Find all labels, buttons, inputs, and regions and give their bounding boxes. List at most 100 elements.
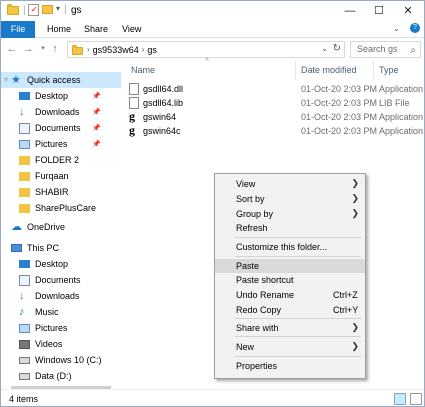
file-row[interactable]: gsdll64.dll 01-Oct-20 2:03 PM Applicatio… bbox=[129, 83, 424, 96]
menu-item-undo-rename[interactable]: Undo Rename Ctrl+Z bbox=[215, 288, 365, 302]
documents-icon bbox=[19, 122, 30, 134]
menu-item-group-by[interactable]: Group by ❯ bbox=[215, 207, 365, 221]
nav-item-music[interactable]: ♪ Music bbox=[1, 304, 121, 320]
chevron-down-icon[interactable]: ˅ bbox=[1, 77, 11, 84]
title-bar: | ✓ ▾ | gs — ☐ ✕ bbox=[1, 1, 424, 21]
folder-icon bbox=[19, 155, 30, 165]
menu-label: View bbox=[236, 179, 256, 189]
menu-shortcut: Ctrl+Z bbox=[333, 290, 358, 300]
nav-item-pc-desktop[interactable]: Desktop bbox=[1, 256, 121, 272]
nav-item-drive-c[interactable]: Windows 10 (C:) bbox=[1, 352, 121, 368]
nav-item-pc-documents[interactable]: Documents bbox=[1, 272, 121, 288]
tab-home[interactable]: Home bbox=[39, 21, 79, 38]
menu-item-refresh[interactable]: Refresh bbox=[215, 221, 365, 235]
nav-item-furqaan[interactable]: Furqaan bbox=[1, 168, 121, 184]
nav-item-desktop[interactable]: Desktop 📌 bbox=[1, 88, 121, 104]
nav-item-documents[interactable]: Documents 📌 bbox=[1, 120, 121, 136]
menu-label: Undo Rename bbox=[236, 290, 295, 300]
folder-icon bbox=[72, 44, 83, 55]
maximize-button[interactable]: ☐ bbox=[365, 1, 393, 21]
chevron-right-icon: ❯ bbox=[351, 322, 359, 332]
tab-view[interactable]: View bbox=[114, 21, 149, 38]
details-view-icon[interactable] bbox=[394, 393, 406, 405]
search-input[interactable]: Search gs ⌕ bbox=[350, 41, 421, 58]
chevron-right-icon: ❯ bbox=[351, 341, 359, 351]
column-header-name[interactable]: Name bbox=[131, 65, 155, 75]
nav-item-folder-2[interactable]: FOLDER 2 bbox=[1, 152, 121, 168]
nav-label: Documents bbox=[35, 123, 81, 133]
menu-label: Customize this folder... bbox=[236, 242, 328, 252]
tab-file[interactable]: File bbox=[1, 21, 35, 38]
nav-item-this-pc[interactable]: This PC bbox=[1, 240, 121, 256]
tab-share[interactable]: Share bbox=[76, 21, 116, 38]
ghostscript-icon: g bbox=[129, 109, 135, 123]
menu-label: Redo Copy bbox=[236, 305, 282, 315]
nav-label: Documents bbox=[35, 275, 81, 285]
column-divider[interactable] bbox=[373, 61, 374, 79]
ribbon-tabs: File Home Share View ⌄ ? bbox=[1, 21, 424, 38]
desktop-icon bbox=[19, 92, 30, 100]
file-date: 01-Oct-20 2:03 PM bbox=[301, 84, 378, 94]
folder-icon bbox=[19, 203, 30, 213]
nav-label: Music bbox=[35, 307, 59, 317]
new-folder-icon[interactable] bbox=[42, 5, 53, 14]
nav-item-pc-downloads[interactable]: ↓ Downloads bbox=[1, 288, 121, 304]
nav-item-pc-pictures[interactable]: Pictures bbox=[1, 320, 121, 336]
chevron-down-icon[interactable]: ⌄ bbox=[321, 44, 328, 53]
properties-icon[interactable]: ✓ bbox=[28, 4, 39, 16]
menu-item-new[interactable]: New ❯ bbox=[215, 340, 365, 354]
forward-button[interactable]: → bbox=[21, 41, 35, 57]
address-bar[interactable]: › gs9533w64 › gs ⌄ ↻ bbox=[67, 41, 345, 58]
menu-item-paste[interactable]: Paste bbox=[215, 259, 365, 273]
star-icon: ★ bbox=[11, 73, 21, 86]
documents-icon bbox=[19, 274, 30, 286]
breadcrumb-gs[interactable]: gs bbox=[147, 45, 157, 55]
pin-icon: 📌 bbox=[92, 93, 101, 100]
nav-item-shabir[interactable]: SHABIR bbox=[1, 184, 121, 200]
file-name: gswin64c bbox=[143, 126, 181, 136]
nav-item-pictures[interactable]: Pictures 📌 bbox=[1, 136, 121, 152]
nav-label: Furqaan bbox=[35, 171, 69, 181]
column-divider[interactable] bbox=[295, 61, 296, 79]
up-button[interactable]: ↑ bbox=[48, 41, 62, 57]
file-date: 01-Oct-20 2:03 PM bbox=[301, 98, 378, 108]
customize-toolbar-icon[interactable]: ▾ bbox=[56, 4, 60, 13]
file-row[interactable]: g gswin64 01-Oct-20 2:03 PM Application bbox=[129, 109, 424, 124]
minimize-button[interactable]: — bbox=[336, 1, 364, 21]
nav-item-videos[interactable]: Videos bbox=[1, 336, 121, 352]
ribbon-expand-icon[interactable]: ⌄ bbox=[393, 24, 400, 33]
menu-item-properties[interactable]: Properties bbox=[215, 359, 365, 373]
refresh-icon[interactable]: ↻ bbox=[333, 43, 341, 54]
file-row[interactable]: gsdll64.lib 01-Oct-20 2:03 PM LIB File bbox=[129, 97, 424, 110]
menu-item-share-with[interactable]: Share with ❯ bbox=[215, 321, 365, 335]
file-type: Application e bbox=[379, 84, 424, 94]
nav-item-drive-d[interactable]: Data (D:) bbox=[1, 368, 121, 384]
chevron-right-icon[interactable]: › bbox=[142, 45, 145, 54]
help-icon[interactable]: ? bbox=[410, 23, 420, 33]
breadcrumb-gs9533w64[interactable]: gs9533w64 bbox=[93, 45, 139, 55]
file-type: LIB File bbox=[379, 98, 410, 108]
menu-separator bbox=[235, 336, 361, 337]
chevron-right-icon[interactable]: › bbox=[87, 45, 90, 54]
navigation-pane: ˅ ★ Quick access Desktop 📌 ↓ Downloads 📌… bbox=[1, 63, 121, 389]
column-header-date[interactable]: Date modified bbox=[301, 65, 357, 75]
folder-icon bbox=[19, 171, 30, 181]
close-button[interactable]: ✕ bbox=[394, 1, 422, 21]
menu-item-paste-shortcut[interactable]: Paste shortcut bbox=[215, 273, 365, 287]
menu-label: Sort by bbox=[236, 194, 265, 204]
menu-item-customize[interactable]: Customize this folder... bbox=[215, 240, 365, 254]
nav-item-onedrive[interactable]: ☁ OneDrive bbox=[1, 219, 121, 235]
menu-item-redo-copy[interactable]: Redo Copy Ctrl+Y bbox=[215, 303, 365, 317]
back-button[interactable]: ← bbox=[5, 41, 19, 57]
large-icons-view-icon[interactable] bbox=[410, 393, 422, 405]
nav-label: SharePlusCare bbox=[35, 203, 97, 213]
menu-item-sort-by[interactable]: Sort by ❯ bbox=[215, 192, 365, 206]
nav-item-downloads[interactable]: ↓ Downloads 📌 bbox=[1, 104, 121, 120]
menu-item-view[interactable]: View ❯ bbox=[215, 177, 365, 191]
column-header-type[interactable]: Type bbox=[379, 65, 399, 75]
menu-label: Share with bbox=[236, 323, 279, 333]
nav-item-shareplus[interactable]: SharePlusCare bbox=[1, 200, 121, 216]
file-row[interactable]: g gswin64c 01-Oct-20 2:03 PM Application bbox=[129, 124, 424, 138]
menu-label: Paste shortcut bbox=[236, 275, 294, 285]
nav-item-quick-access[interactable]: ˅ ★ Quick access bbox=[1, 72, 121, 88]
